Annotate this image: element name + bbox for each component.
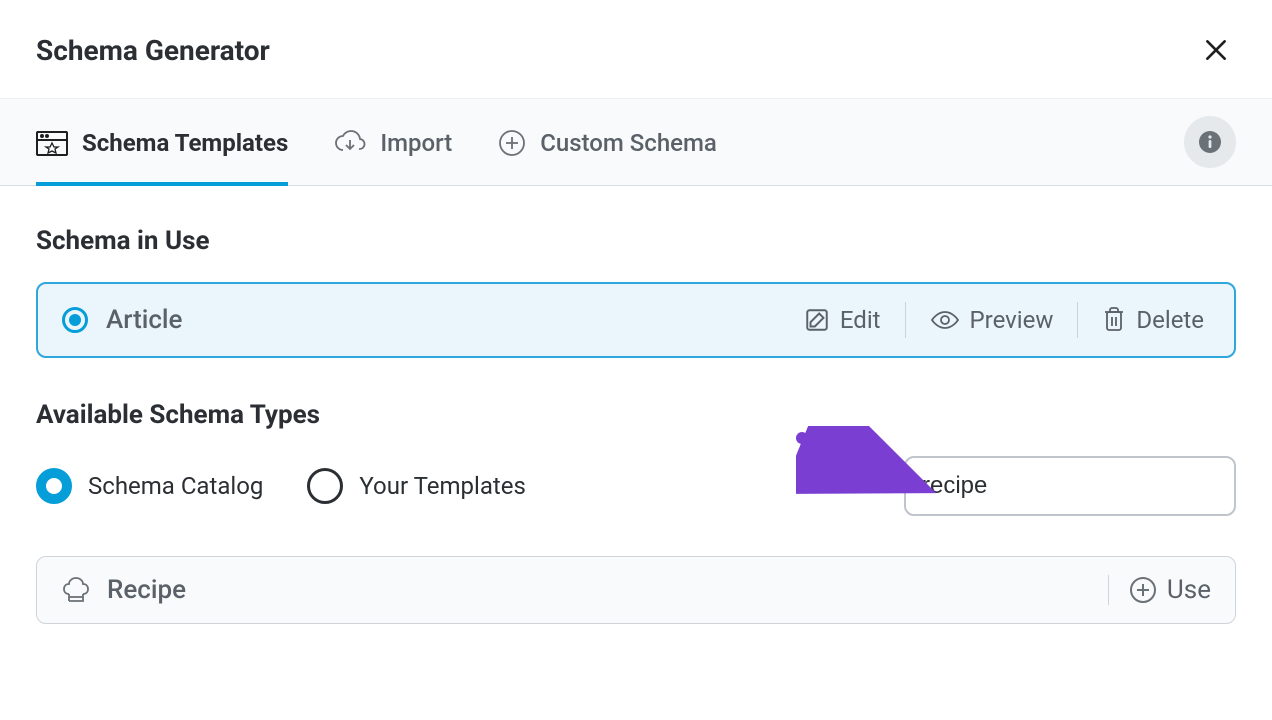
tab-active-underline xyxy=(36,182,288,186)
available-controls-row: Schema Catalog Your Templates xyxy=(36,456,1236,516)
trash-icon xyxy=(1102,306,1126,334)
tab-import[interactable]: Import xyxy=(334,99,452,185)
plus-circle-icon xyxy=(1129,576,1157,604)
tabs-bar: Schema Templates Import Custom Schema xyxy=(0,98,1272,186)
delete-button[interactable]: Delete xyxy=(1096,302,1210,338)
radio-your-templates[interactable]: Your Templates xyxy=(307,468,525,504)
cloud-download-icon xyxy=(334,130,366,156)
tab-label: Schema Templates xyxy=(82,129,288,157)
result-left: Recipe xyxy=(61,575,186,605)
radio-label: Your Templates xyxy=(359,472,525,500)
schema-in-use-actions: Edit Preview Delete xyxy=(798,302,1210,338)
separator xyxy=(1077,302,1078,338)
section-schema-in-use-title: Schema in Use xyxy=(36,226,1236,256)
separator xyxy=(905,302,906,338)
eye-icon xyxy=(930,309,960,331)
available-source-toggle: Schema Catalog Your Templates xyxy=(36,468,526,504)
tab-custom-schema[interactable]: Custom Schema xyxy=(498,99,717,185)
edit-label: Edit xyxy=(840,306,881,334)
tab-label: Import xyxy=(380,129,452,157)
radio-schema-catalog[interactable]: Schema Catalog xyxy=(36,468,263,504)
schema-in-use-card[interactable]: Article Edit Preview xyxy=(36,282,1236,358)
schema-search-input[interactable] xyxy=(904,456,1236,516)
close-icon xyxy=(1203,37,1229,63)
delete-label: Delete xyxy=(1136,306,1204,334)
preview-button[interactable]: Preview xyxy=(924,302,1060,338)
template-window-icon xyxy=(36,129,68,157)
dialog-header: Schema Generator xyxy=(0,0,1272,98)
info-button[interactable] xyxy=(1184,116,1236,168)
radio-circle-icon xyxy=(36,468,72,504)
info-icon xyxy=(1198,130,1222,154)
dialog-title: Schema Generator xyxy=(36,34,270,67)
preview-label: Preview xyxy=(970,306,1054,334)
plus-circle-icon xyxy=(498,129,526,157)
radio-label: Schema Catalog xyxy=(88,472,263,500)
tab-label: Custom Schema xyxy=(540,129,717,157)
schema-in-use-left: Article xyxy=(62,305,182,335)
tabs: Schema Templates Import Custom Schema xyxy=(36,99,1184,185)
use-button[interactable]: Use xyxy=(1108,575,1211,605)
radio-in-use-indicator xyxy=(62,307,88,333)
schema-in-use-name: Article xyxy=(106,305,182,335)
edit-button[interactable]: Edit xyxy=(798,302,887,338)
section-available-title: Available Schema Types xyxy=(36,400,1236,430)
edit-icon xyxy=(804,307,830,333)
chef-hat-icon xyxy=(61,575,91,605)
close-button[interactable] xyxy=(1196,30,1236,70)
tab-schema-templates[interactable]: Schema Templates xyxy=(36,99,288,185)
radio-circle-icon xyxy=(307,468,343,504)
dialog-content: Schema in Use Article Edit Preview xyxy=(0,186,1272,644)
result-name: Recipe xyxy=(107,575,186,605)
use-label: Use xyxy=(1167,575,1211,605)
schema-result-recipe[interactable]: Recipe Use xyxy=(36,556,1236,624)
search-wrap xyxy=(904,456,1236,516)
